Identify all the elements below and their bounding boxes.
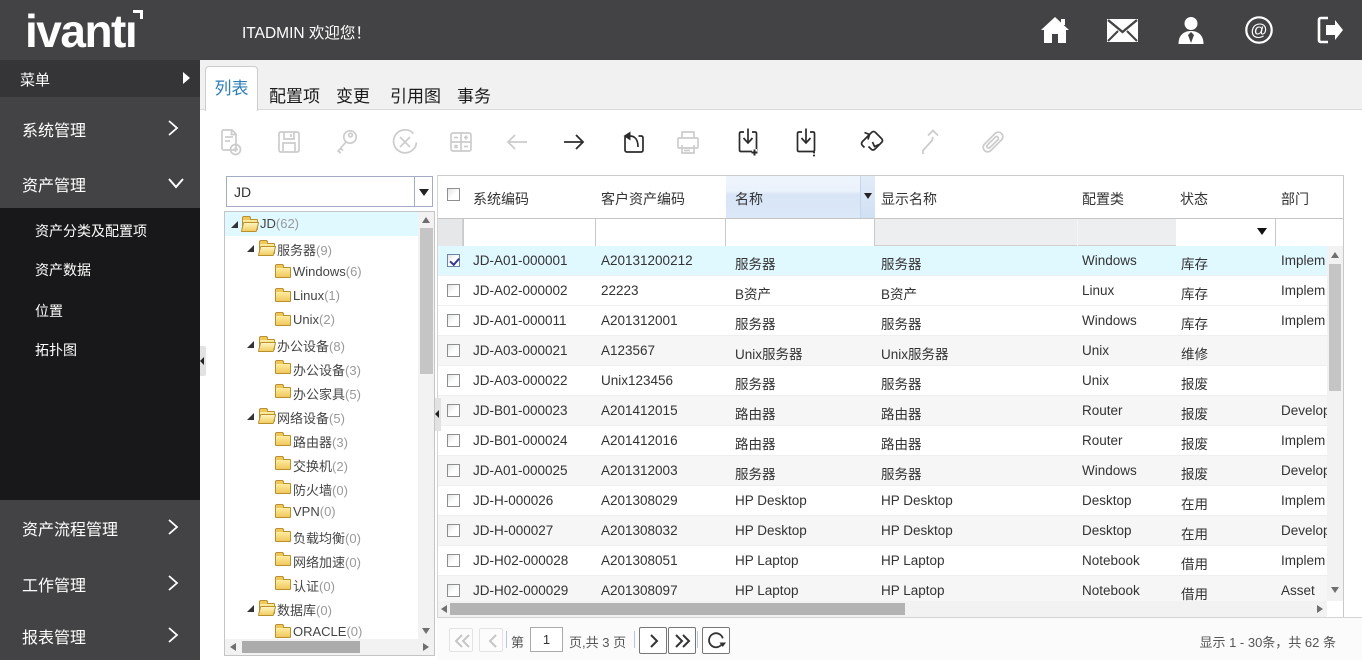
svg-text:@: @ xyxy=(1250,21,1267,40)
